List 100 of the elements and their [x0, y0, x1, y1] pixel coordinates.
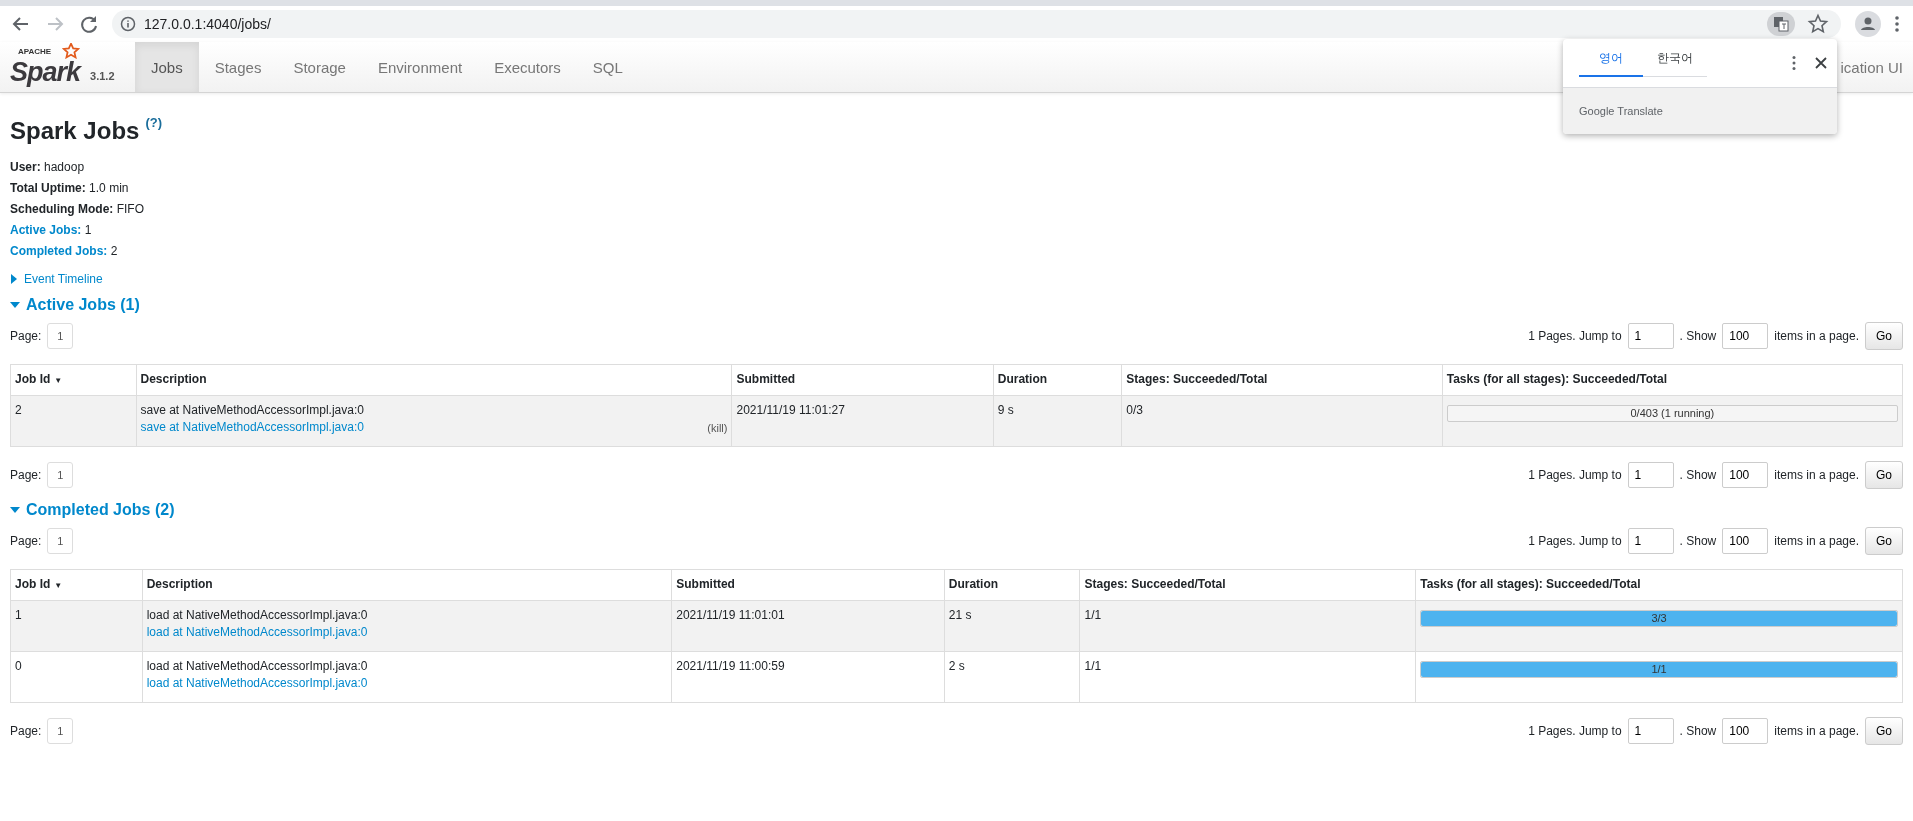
- nav-tab[interactable]: Stages: [198, 42, 278, 92]
- event-timeline-link[interactable]: Event Timeline: [24, 272, 103, 286]
- column-header[interactable]: Duration: [997, 372, 1048, 386]
- column-header[interactable]: Duration: [948, 577, 999, 591]
- kill-link[interactable]: (kill): [707, 422, 728, 434]
- table-cell: 21 s: [948, 608, 972, 622]
- page-number-button[interactable]: 1: [47, 462, 74, 488]
- pager-label: Page:: [10, 468, 42, 482]
- page-number-button[interactable]: 1: [47, 323, 74, 349]
- page-title: Spark Jobs: [10, 117, 140, 145]
- version-label: 3.1.2: [90, 70, 115, 82]
- pager-text: items in a page.: [1774, 468, 1859, 482]
- nav-tab[interactable]: Environment: [361, 42, 479, 92]
- pager-label: Page:: [10, 329, 42, 343]
- description-link[interactable]: load at NativeMethodAccessorImpl.java:0: [146, 676, 368, 690]
- sort-icon[interactable]: ▼: [54, 376, 63, 385]
- nav-tab[interactable]: Executors: [478, 42, 577, 92]
- summary-line[interactable]: Active Jobs: 1: [10, 220, 1903, 241]
- pager-label: Page:: [10, 534, 42, 548]
- job-description: save at NativeMethodAccessorImpl.java:0: [140, 403, 364, 417]
- pager-text: 1 Pages. Jump to: [1528, 534, 1622, 548]
- table-cell: 2: [15, 403, 22, 417]
- go-button[interactable]: Go: [1865, 322, 1903, 350]
- language-tab[interactable]: 한국어: [1643, 42, 1707, 77]
- caret-icon[interactable]: [10, 301, 20, 309]
- progress-label: 0/403 (1 running): [1630, 406, 1715, 421]
- summary-line[interactable]: Completed Jobs: 2: [10, 241, 1903, 262]
- info-icon[interactable]: [120, 16, 136, 32]
- table-cell: 2021/11/19 11:01:01: [676, 608, 785, 622]
- column-header[interactable]: Submitted: [736, 372, 796, 386]
- column-header[interactable]: Tasks (for all stages): Succeeded/Total: [1420, 577, 1641, 591]
- column-header[interactable]: Submitted: [676, 577, 735, 591]
- column-header[interactable]: Job Id: [15, 372, 51, 386]
- table-cell: 1/1: [1084, 659, 1102, 673]
- table-cell: 2021/11/19 11:00:59: [676, 659, 785, 673]
- go-button[interactable]: Go: [1865, 461, 1903, 489]
- column-header[interactable]: Job Id: [15, 577, 51, 591]
- pager-text: 1 Pages. Jump to: [1528, 724, 1622, 738]
- jump-to-field[interactable]: 1: [1627, 462, 1674, 488]
- app-name: ication UI: [1840, 57, 1904, 78]
- page-size-field[interactable]: 100: [1722, 462, 1769, 488]
- close-icon[interactable]: [1815, 57, 1827, 69]
- pager-text: . Show: [1679, 329, 1717, 343]
- table-cell: 0: [15, 659, 22, 673]
- description-link[interactable]: load at NativeMethodAccessorImpl.java:0: [146, 625, 368, 639]
- table-cell: 1/1: [1084, 608, 1102, 622]
- table-cell: 2 s: [948, 659, 965, 673]
- address-bar[interactable]: 127.0.0.1:4040/jobs/: [112, 10, 1841, 38]
- language-tab[interactable]: 영어: [1579, 42, 1643, 77]
- table-cell: 1: [15, 608, 22, 622]
- go-button[interactable]: Go: [1865, 717, 1903, 745]
- page-number-button[interactable]: 1: [47, 718, 74, 744]
- page-size-field[interactable]: 100: [1722, 718, 1769, 744]
- pager-text: items in a page.: [1774, 329, 1859, 343]
- column-header[interactable]: Description: [146, 577, 213, 591]
- jump-to-field[interactable]: 1: [1627, 528, 1674, 554]
- description-link[interactable]: save at NativeMethodAccessorImpl.java:0: [140, 420, 364, 434]
- column-header[interactable]: Stages: Succeeded/Total: [1126, 372, 1268, 386]
- page-number-button[interactable]: 1: [47, 528, 74, 554]
- nav-tab[interactable]: Storage: [277, 42, 362, 92]
- job-description: load at NativeMethodAccessorImpl.java:0: [146, 659, 368, 673]
- section-title[interactable]: Completed Jobs (2): [26, 501, 175, 519]
- star-logo-icon: [62, 43, 80, 59]
- caret-icon[interactable]: [10, 274, 18, 284]
- table-cell: 2021/11/19 11:01:27: [736, 403, 845, 417]
- pager-text: . Show: [1679, 468, 1717, 482]
- summary-line: Scheduling Mode: FIFO: [10, 201, 145, 218]
- translate-icon[interactable]: [1767, 12, 1795, 36]
- progress-label: 3/3: [1651, 611, 1667, 626]
- nav-tab[interactable]: SQL: [576, 42, 639, 92]
- summary-line: User: hadoop: [10, 159, 86, 176]
- go-button[interactable]: Go: [1865, 527, 1903, 555]
- column-header[interactable]: Stages: Succeeded/Total: [1084, 577, 1226, 591]
- jump-to-field[interactable]: 1: [1627, 718, 1674, 744]
- pager-text: . Show: [1679, 724, 1717, 738]
- pager-text: 1 Pages. Jump to: [1528, 468, 1622, 482]
- progress-label: 1/1: [1651, 662, 1667, 677]
- page-size-field[interactable]: 100: [1722, 323, 1769, 349]
- summary-line: Total Uptime: 1.0 min: [10, 180, 130, 197]
- translate-footer: Google Translate: [1579, 105, 1663, 117]
- pager-text: . Show: [1679, 534, 1717, 548]
- more-icon[interactable]: [1791, 55, 1797, 71]
- page-size-field[interactable]: 100: [1722, 528, 1769, 554]
- column-header[interactable]: Description: [140, 372, 207, 386]
- pager-label: Page:: [10, 724, 42, 738]
- table-cell: 9 s: [997, 403, 1014, 417]
- apache-label: APACHE: [18, 48, 52, 56]
- pager-text: 1 Pages. Jump to: [1528, 329, 1622, 343]
- profile-icon[interactable]: [1855, 11, 1881, 37]
- nav-tab[interactable]: Jobs: [135, 42, 199, 92]
- url-text: 127.0.0.1:4040/jobs/: [144, 16, 271, 32]
- jump-to-field[interactable]: 1: [1627, 323, 1674, 349]
- table-cell: 0/3: [1126, 403, 1143, 417]
- caret-icon[interactable]: [10, 506, 20, 514]
- pager-text: items in a page.: [1774, 724, 1859, 738]
- pager-text: items in a page.: [1774, 534, 1859, 548]
- star-icon[interactable]: [1807, 13, 1829, 35]
- help-link[interactable]: (?): [145, 115, 162, 130]
- sort-icon[interactable]: ▼: [54, 581, 63, 590]
- section-title[interactable]: Active Jobs (1): [26, 296, 140, 314]
